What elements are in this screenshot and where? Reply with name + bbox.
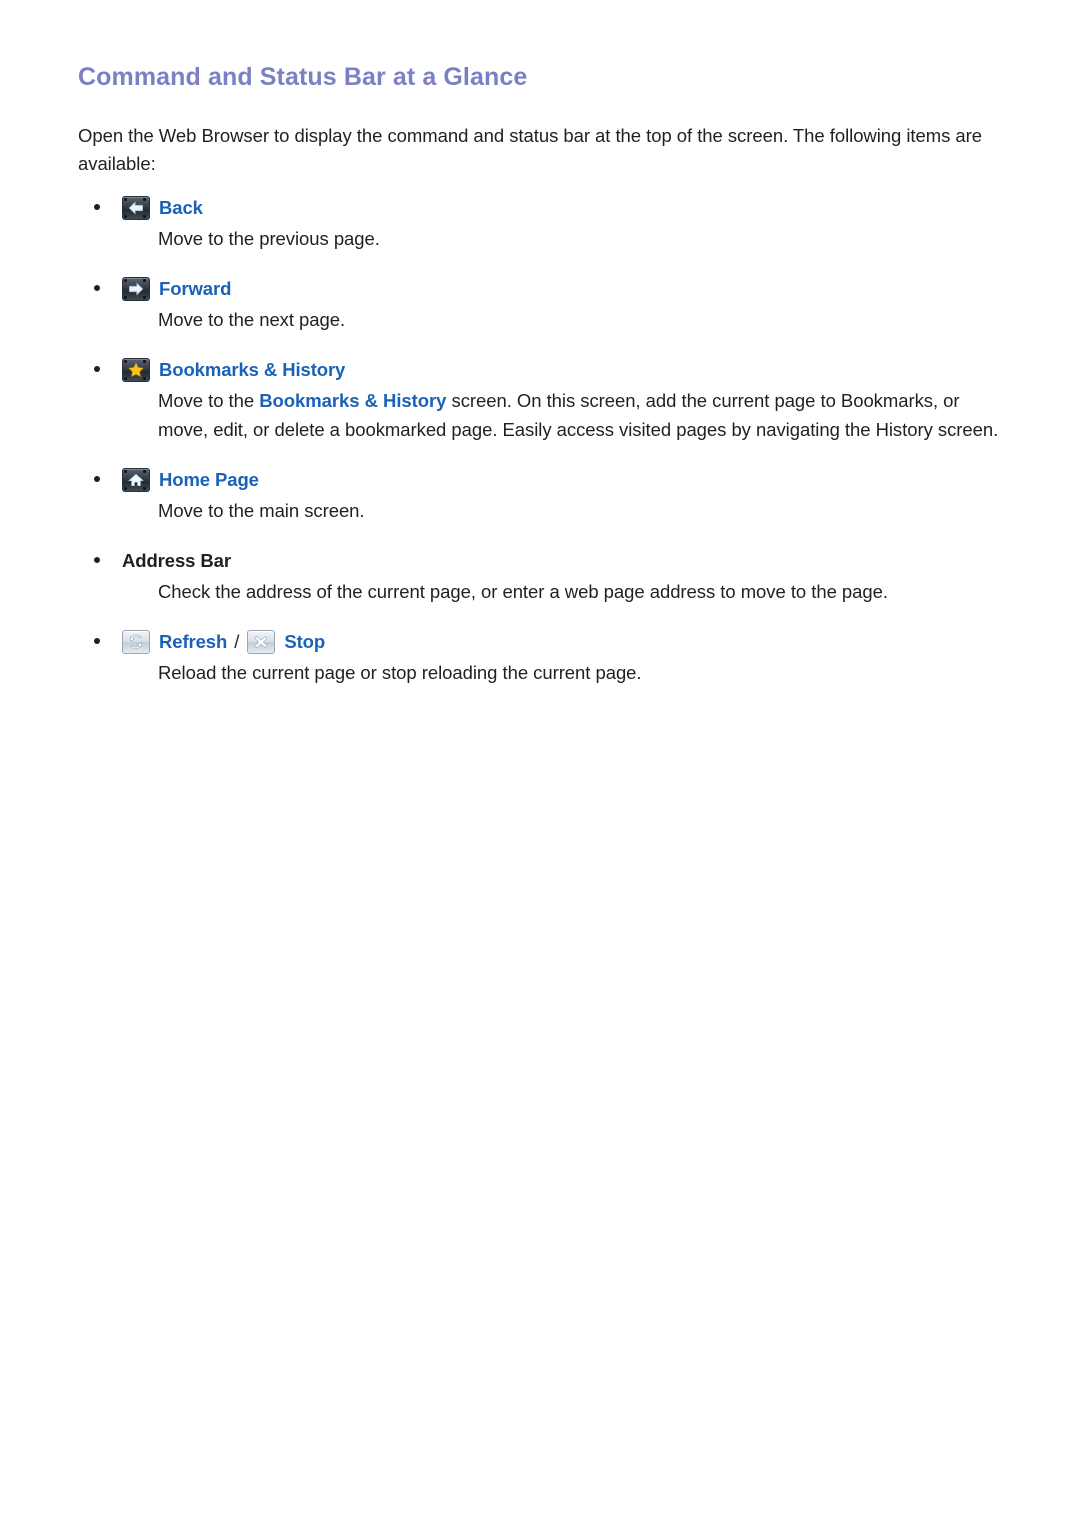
item-header-back: Back bbox=[122, 194, 1008, 222]
item-description-address-bar: Check the address of the current page, o… bbox=[158, 580, 888, 602]
item-header-home-page: Home Page bbox=[122, 466, 1008, 494]
item-description-back: Move to the previous page. bbox=[158, 228, 380, 250]
bullet-marker bbox=[94, 366, 100, 373]
list-item-bookmarks-history: Bookmarks & History Move to the Bookmark… bbox=[78, 356, 1008, 443]
item-label-home-page[interactable]: Home Page bbox=[159, 468, 259, 492]
item-header-address-bar: Address Bar bbox=[122, 547, 1008, 575]
desc-prefix: Move to the bbox=[158, 390, 260, 412]
item-description-forward: Move to the next page. bbox=[158, 309, 346, 331]
item-label-refresh[interactable]: Refresh bbox=[159, 630, 227, 654]
item-label-stop[interactable]: Stop bbox=[284, 630, 325, 654]
home-icon[interactable] bbox=[122, 467, 150, 492]
bullet-marker bbox=[94, 204, 100, 211]
list-item-back: Back Move to the previous page. bbox=[78, 194, 1008, 253]
bullet-marker bbox=[94, 475, 100, 482]
item-header-refresh-stop: Refresh / Stop bbox=[122, 628, 1008, 656]
list-item-home-page: Home Page Move to the main screen. bbox=[78, 466, 1008, 525]
list-item-refresh-stop: Refresh / Stop Reload the current page o… bbox=[78, 628, 1008, 687]
item-description-bookmarks-history: Move to the Bookmarks & History screen. … bbox=[122, 387, 1008, 443]
bullet-marker bbox=[94, 556, 100, 563]
intro-paragraph: Open the Web Browser to display the comm… bbox=[78, 125, 982, 175]
item-label-bookmarks-history[interactable]: Bookmarks & History bbox=[159, 358, 345, 382]
document-page: Command and Status Bar at a Glance Open … bbox=[0, 0, 1080, 1527]
star-bookmark-icon[interactable] bbox=[122, 358, 150, 383]
forward-arrow-icon[interactable] bbox=[122, 277, 150, 302]
command-bar-item-list: Back Move to the previous page. Forward … bbox=[78, 194, 1008, 687]
desc-highlight: Bookmarks & History bbox=[259, 390, 447, 412]
bullet-marker bbox=[94, 285, 100, 292]
item-description-home-page: Move to the main screen. bbox=[158, 499, 365, 521]
list-item-forward: Forward Move to the next page. bbox=[78, 275, 1008, 334]
item-header-forward: Forward bbox=[122, 275, 1008, 303]
label-separator: / bbox=[234, 630, 240, 652]
item-label-address-bar: Address Bar bbox=[122, 549, 231, 571]
refresh-icon[interactable] bbox=[122, 629, 150, 654]
back-arrow-icon[interactable] bbox=[122, 196, 150, 221]
list-item-address-bar: Address Bar Check the address of the cur… bbox=[78, 547, 1008, 606]
item-label-back[interactable]: Back bbox=[159, 196, 203, 220]
bullet-marker bbox=[94, 637, 100, 644]
item-description-refresh-stop: Reload the current page or stop reloadin… bbox=[158, 661, 642, 683]
stop-close-icon[interactable] bbox=[247, 629, 276, 654]
item-label-forward[interactable]: Forward bbox=[159, 277, 231, 301]
item-header-bookmarks-history: Bookmarks & History bbox=[122, 356, 1008, 384]
page-title: Command and Status Bar at a Glance bbox=[78, 63, 528, 91]
